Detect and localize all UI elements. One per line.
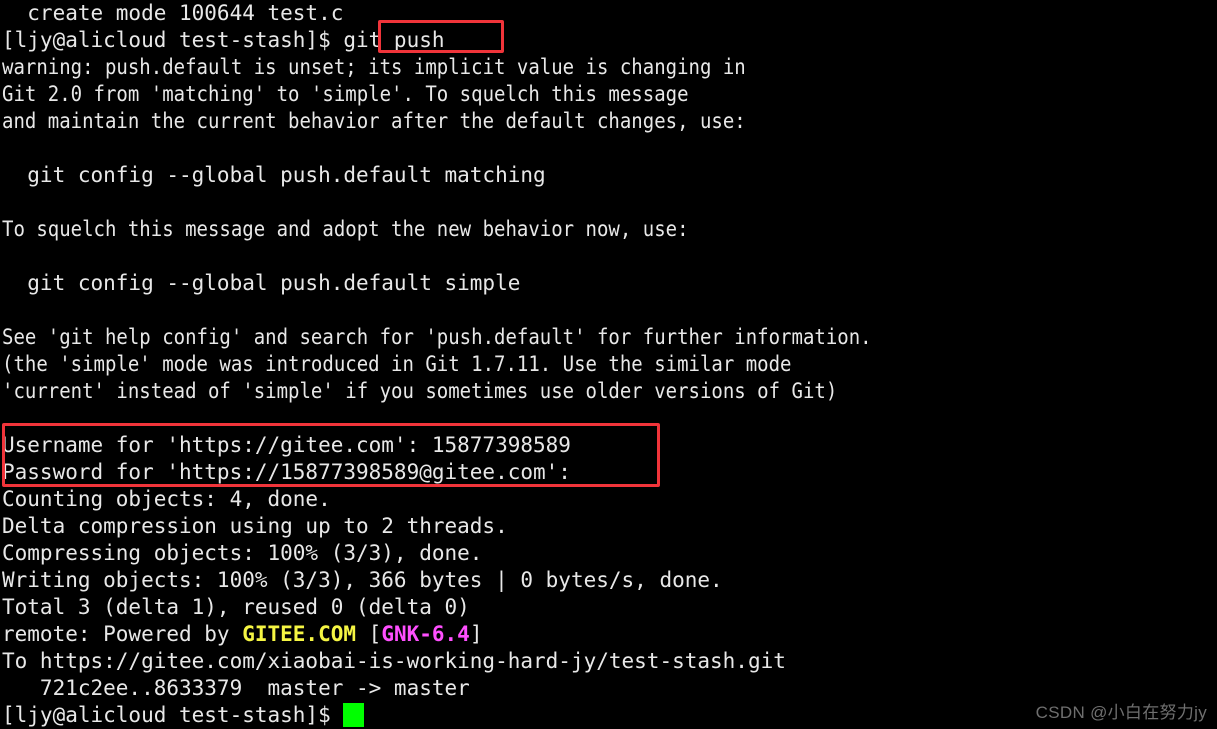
terminal-line: create mode 100644 test.c — [0, 0, 1217, 27]
line-text: [ljy@alicloud test-stash]$ — [2, 703, 344, 727]
terminal-line-prompt-active[interactable]: [ljy@alicloud test-stash]$ — [0, 702, 1217, 729]
line-text: 'current' instead of 'simple' if you som… — [2, 379, 838, 403]
terminal-line: warning: push.default is unset; its impl… — [0, 54, 1217, 81]
line-text: (the 'simple' mode was introduced in Git… — [2, 352, 792, 376]
gnk-version-text: GNK-6.4 — [381, 622, 470, 646]
csdn-watermark: CSDN @小白在努力jy — [1035, 703, 1207, 722]
terminal-line: Writing objects: 100% (3/3), 366 bytes |… — [0, 567, 1217, 594]
terminal-line: Total 3 (delta 1), reused 0 (delta 0) — [0, 594, 1217, 621]
terminal-line: To squelch this message and adopt the ne… — [0, 216, 1217, 243]
terminal-line-prompt-command: [ljy@alicloud test-stash]$ git push — [0, 27, 1217, 54]
terminal-line: git config --global push.default matchin… — [0, 162, 1217, 189]
terminal-line-password-prompt: Password for 'https://15877398589@gitee.… — [0, 459, 1217, 486]
line-text: Username for 'https://gitee.com': 158773… — [2, 433, 571, 457]
line-text: and maintain the current behavior after … — [2, 109, 746, 133]
line-text: git config --global push.default matchin… — [2, 163, 546, 187]
terminal-line: Compressing objects: 100% (3/3), done. — [0, 540, 1217, 567]
terminal-line: Delta compression using up to 2 threads. — [0, 513, 1217, 540]
terminal-line: (the 'simple' mode was introduced in Git… — [0, 351, 1217, 378]
line-text: git config --global push.default simple — [2, 271, 521, 295]
line-text: Password for 'https://15877398589@gitee.… — [2, 460, 584, 484]
line-text: To https://gitee.com/xiaobai-is-working-… — [2, 649, 786, 673]
line-text: Delta compression using up to 2 threads. — [2, 514, 508, 538]
line-text: [ljy@alicloud test-stash]$ git push — [2, 28, 445, 52]
line-text: 721c2ee..8633379 master -> master — [2, 676, 470, 700]
line-text: warning: push.default is unset; its impl… — [2, 55, 746, 79]
bracket-close-text: ] — [469, 622, 483, 646]
line-text: To squelch this message and adopt the ne… — [2, 217, 689, 241]
line-text: See 'git help config' and search for 'pu… — [2, 325, 872, 349]
terminal-line: Git 2.0 from 'matching' to 'simple'. To … — [0, 81, 1217, 108]
terminal-line-remote-url: To https://gitee.com/xiaobai-is-working-… — [0, 648, 1217, 675]
line-text: Writing objects: 100% (3/3), 366 bytes |… — [2, 568, 723, 592]
terminal-line: git config --global push.default simple — [0, 270, 1217, 297]
bracket-open-text: [ — [356, 622, 382, 646]
terminal-line: and maintain the current behavior after … — [0, 108, 1217, 135]
terminal-line-username-prompt: Username for 'https://gitee.com': 158773… — [0, 432, 1217, 459]
terminal-line: Counting objects: 4, done. — [0, 486, 1217, 513]
terminal-cursor — [343, 703, 365, 727]
line-text: Compressing objects: 100% (3/3), done. — [2, 541, 483, 565]
line-text: Total 3 (delta 1), reused 0 (delta 0) — [2, 595, 470, 619]
remote-prefix-text: remote: Powered by — [2, 622, 243, 646]
terminal-line: 'current' instead of 'simple' if you som… — [0, 378, 1217, 405]
terminal-window[interactable]: create mode 100644 test.c [ljy@alicloud … — [0, 0, 1217, 727]
line-text: Git 2.0 from 'matching' to 'simple'. To … — [2, 82, 689, 106]
terminal-line-ref-update: 721c2ee..8633379 master -> master — [0, 675, 1217, 702]
gitee-brand-text: GITEE.COM — [242, 622, 357, 646]
terminal-line: See 'git help config' and search for 'pu… — [0, 324, 1217, 351]
terminal-line-remote-powered-by: remote: Powered by GITEE.COM [GNK-6.4] — [0, 621, 1217, 648]
line-text: create mode 100644 test.c — [2, 1, 344, 25]
line-text: Counting objects: 4, done. — [2, 487, 331, 511]
